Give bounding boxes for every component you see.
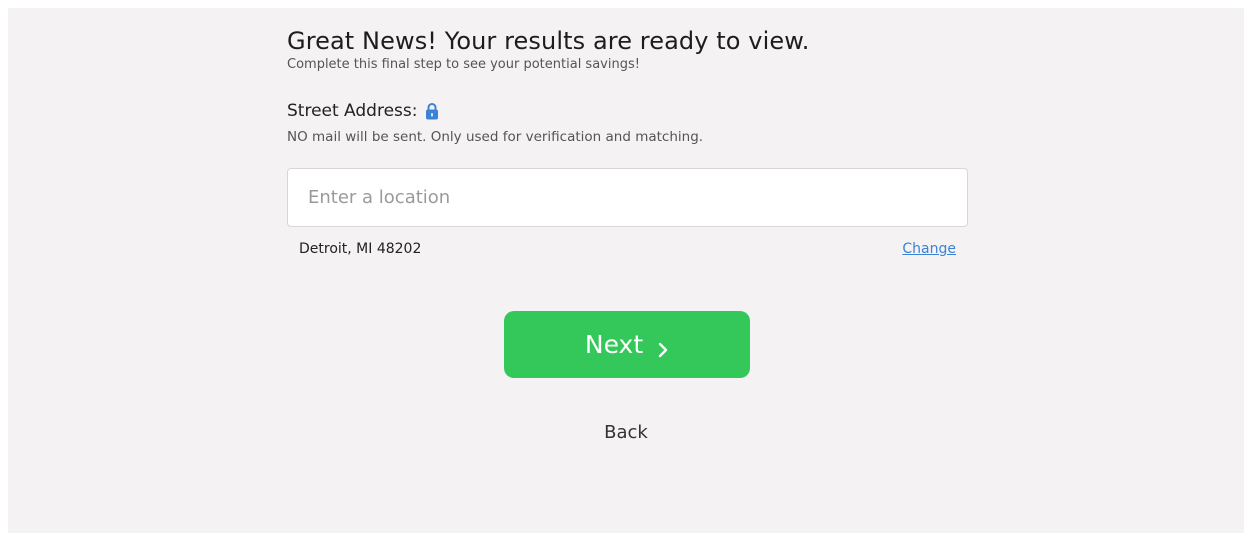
page-title: Great News! Your results are ready to vi…: [287, 27, 810, 55]
back-link[interactable]: Back: [8, 422, 1244, 443]
chevron-right-icon: [657, 336, 669, 357]
address-input[interactable]: [288, 169, 967, 226]
next-button-label: Next: [584, 330, 644, 359]
address-label-row: Street Address:: [287, 99, 968, 123]
page-subtitle: Complete this final step to see your pot…: [287, 57, 640, 72]
page-panel: Great News! Your results are ready to vi…: [8, 8, 1244, 533]
lock-icon: [425, 102, 439, 120]
address-input-wrapper: [287, 168, 968, 227]
location-row: Detroit, MI 48202 Change: [287, 239, 968, 259]
next-button[interactable]: Next: [504, 311, 750, 378]
change-location-link[interactable]: Change: [902, 241, 956, 257]
address-label: Street Address:: [287, 101, 418, 121]
location-text: Detroit, MI 48202: [299, 241, 422, 257]
address-note: NO mail will be sent. Only used for veri…: [287, 129, 704, 145]
form-container: Great News! Your results are ready to vi…: [287, 26, 968, 259]
